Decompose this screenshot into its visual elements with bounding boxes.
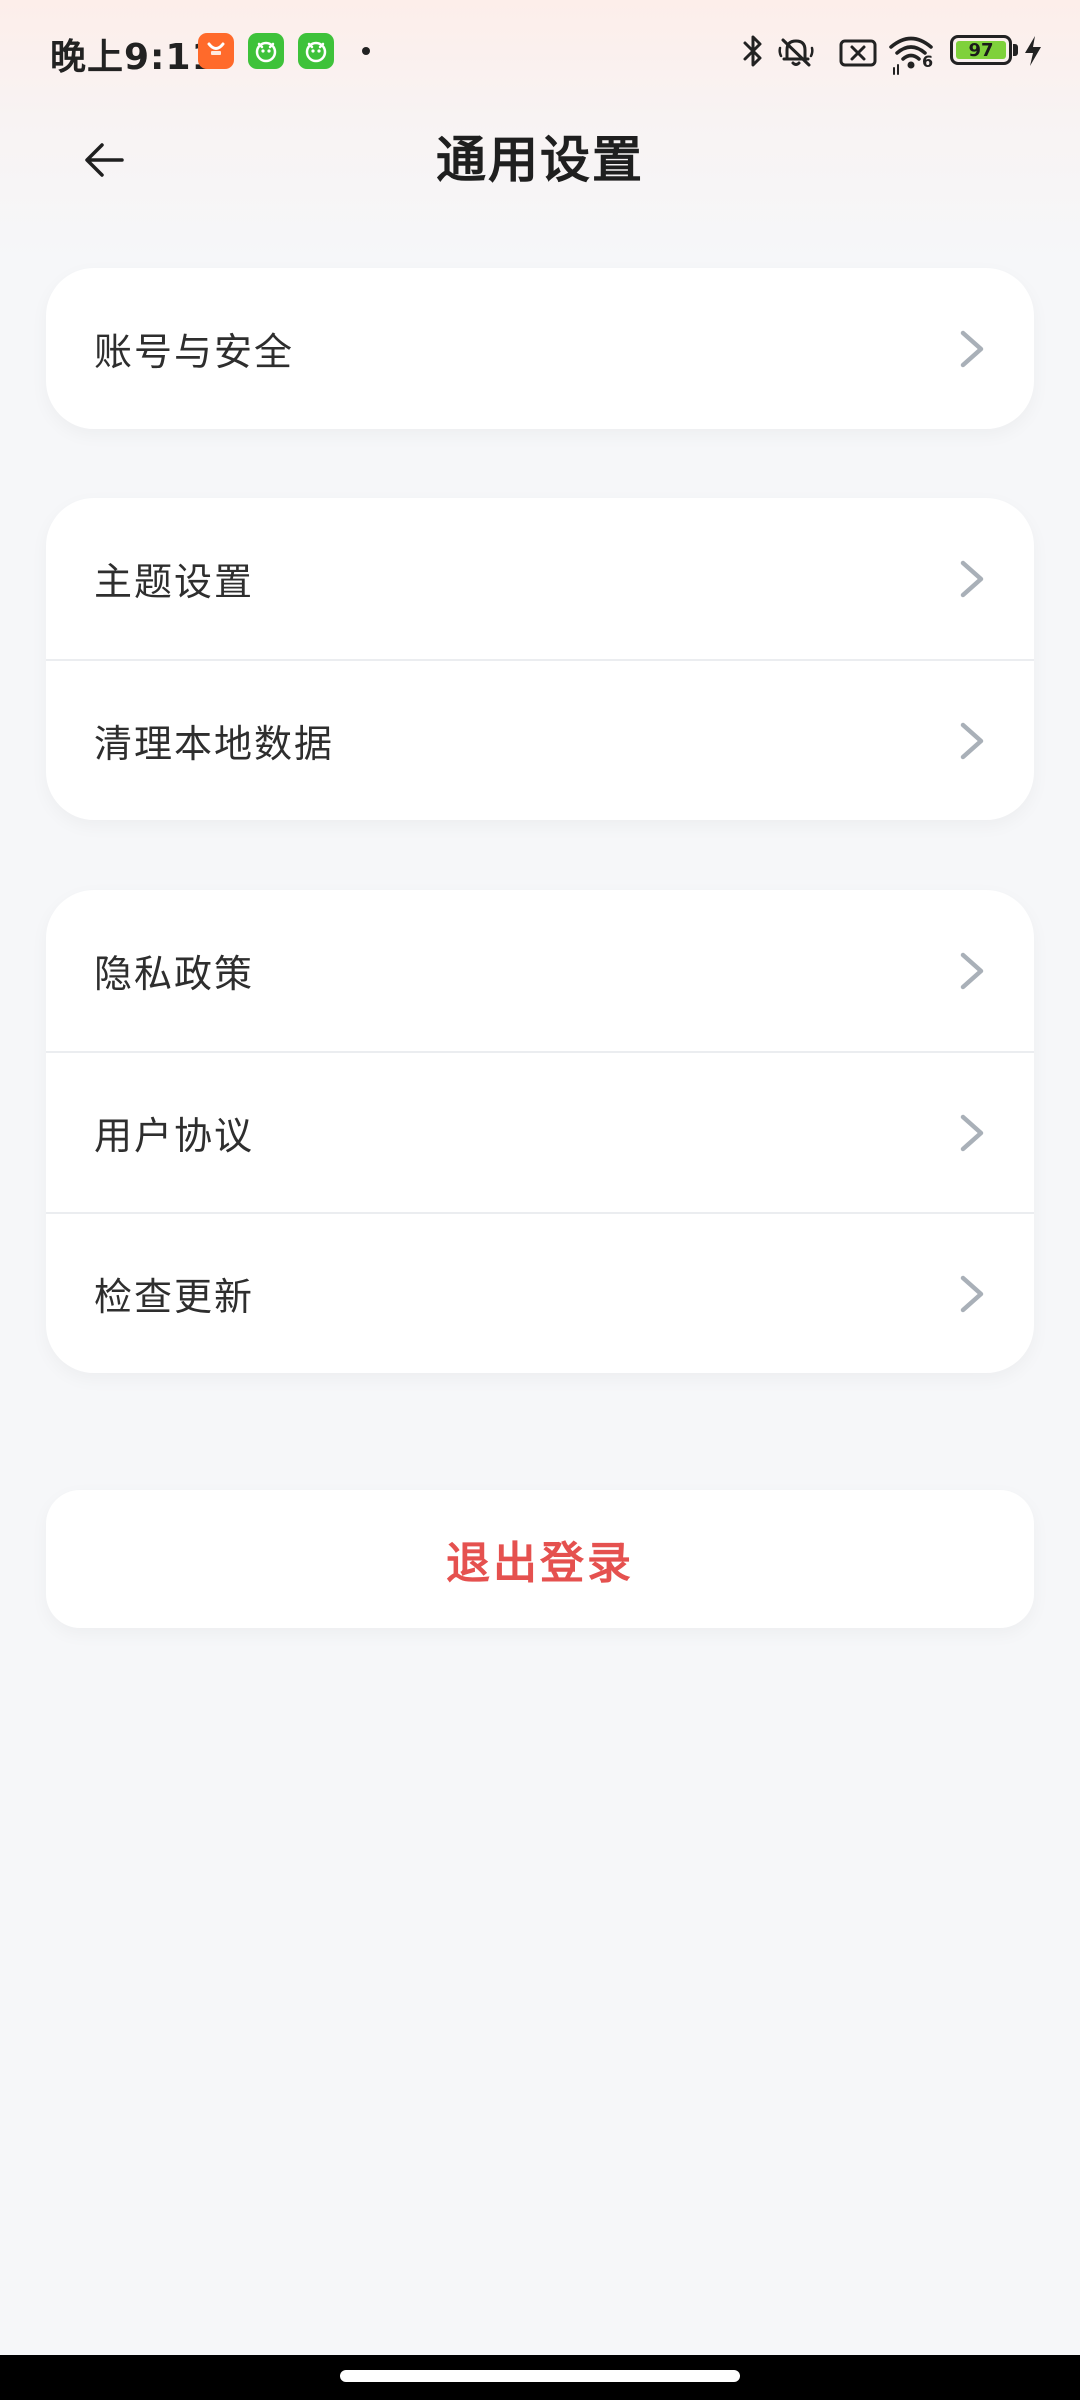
page-title: 通用设置 [436,131,644,189]
mute-icon [778,38,814,67]
chevron-right-icon [960,1114,984,1151]
chevron-right-icon [960,560,984,597]
logout-label: 退出登录 [446,1538,634,1589]
logout-button[interactable]: 退出登录 [46,1490,1034,1628]
taobao-icon [198,33,234,69]
settings-item-account-security[interactable]: 账号与安全 [46,268,1034,429]
settings-group-account: 账号与安全 [46,268,1034,429]
settings-item-user-agreement[interactable]: 用户协议 [46,1051,1034,1212]
battery-icon: 97 [950,35,1012,65]
settings-item-label: 账号与安全 [94,330,295,374]
settings-item-privacy-policy[interactable]: 隐私政策 [46,890,1034,1051]
settings-item-check-update[interactable]: 检查更新 [46,1212,1034,1373]
settings-item-label: 用户协议 [94,1114,255,1158]
settings-item-label: 主题设置 [94,560,255,604]
settings-item-theme[interactable]: 主题设置 [46,498,1034,659]
settings-item-label: 清理本地数据 [94,722,335,766]
app-icon [248,33,284,69]
chevron-right-icon [960,330,984,367]
settings-group-app: 主题设置 清理本地数据 [46,498,1034,820]
settings-group-about: 隐私政策 用户协议 检查更新 [46,890,1034,1373]
chevron-right-icon [960,952,984,989]
home-indicator[interactable] [340,2370,740,2382]
battery-cap [1013,44,1018,56]
chevron-right-icon [960,722,984,759]
settings-item-label: 检查更新 [94,1275,255,1319]
charging-icon [1025,36,1041,66]
no-sim-icon [839,39,877,67]
app-icon [298,33,334,69]
status-time: 晚上9:11 [50,37,218,78]
notification-dot [362,47,370,55]
chevron-right-icon [960,1275,984,1312]
bluetooth-icon [743,35,762,67]
battery-level: 97 [956,40,1006,61]
settings-item-clear-data[interactable]: 清理本地数据 [46,659,1034,820]
wifi-badge: 6 [922,52,934,71]
settings-item-label: 隐私政策 [94,952,255,996]
status-bar: 晚上9:11 6 97 [0,0,1080,104]
